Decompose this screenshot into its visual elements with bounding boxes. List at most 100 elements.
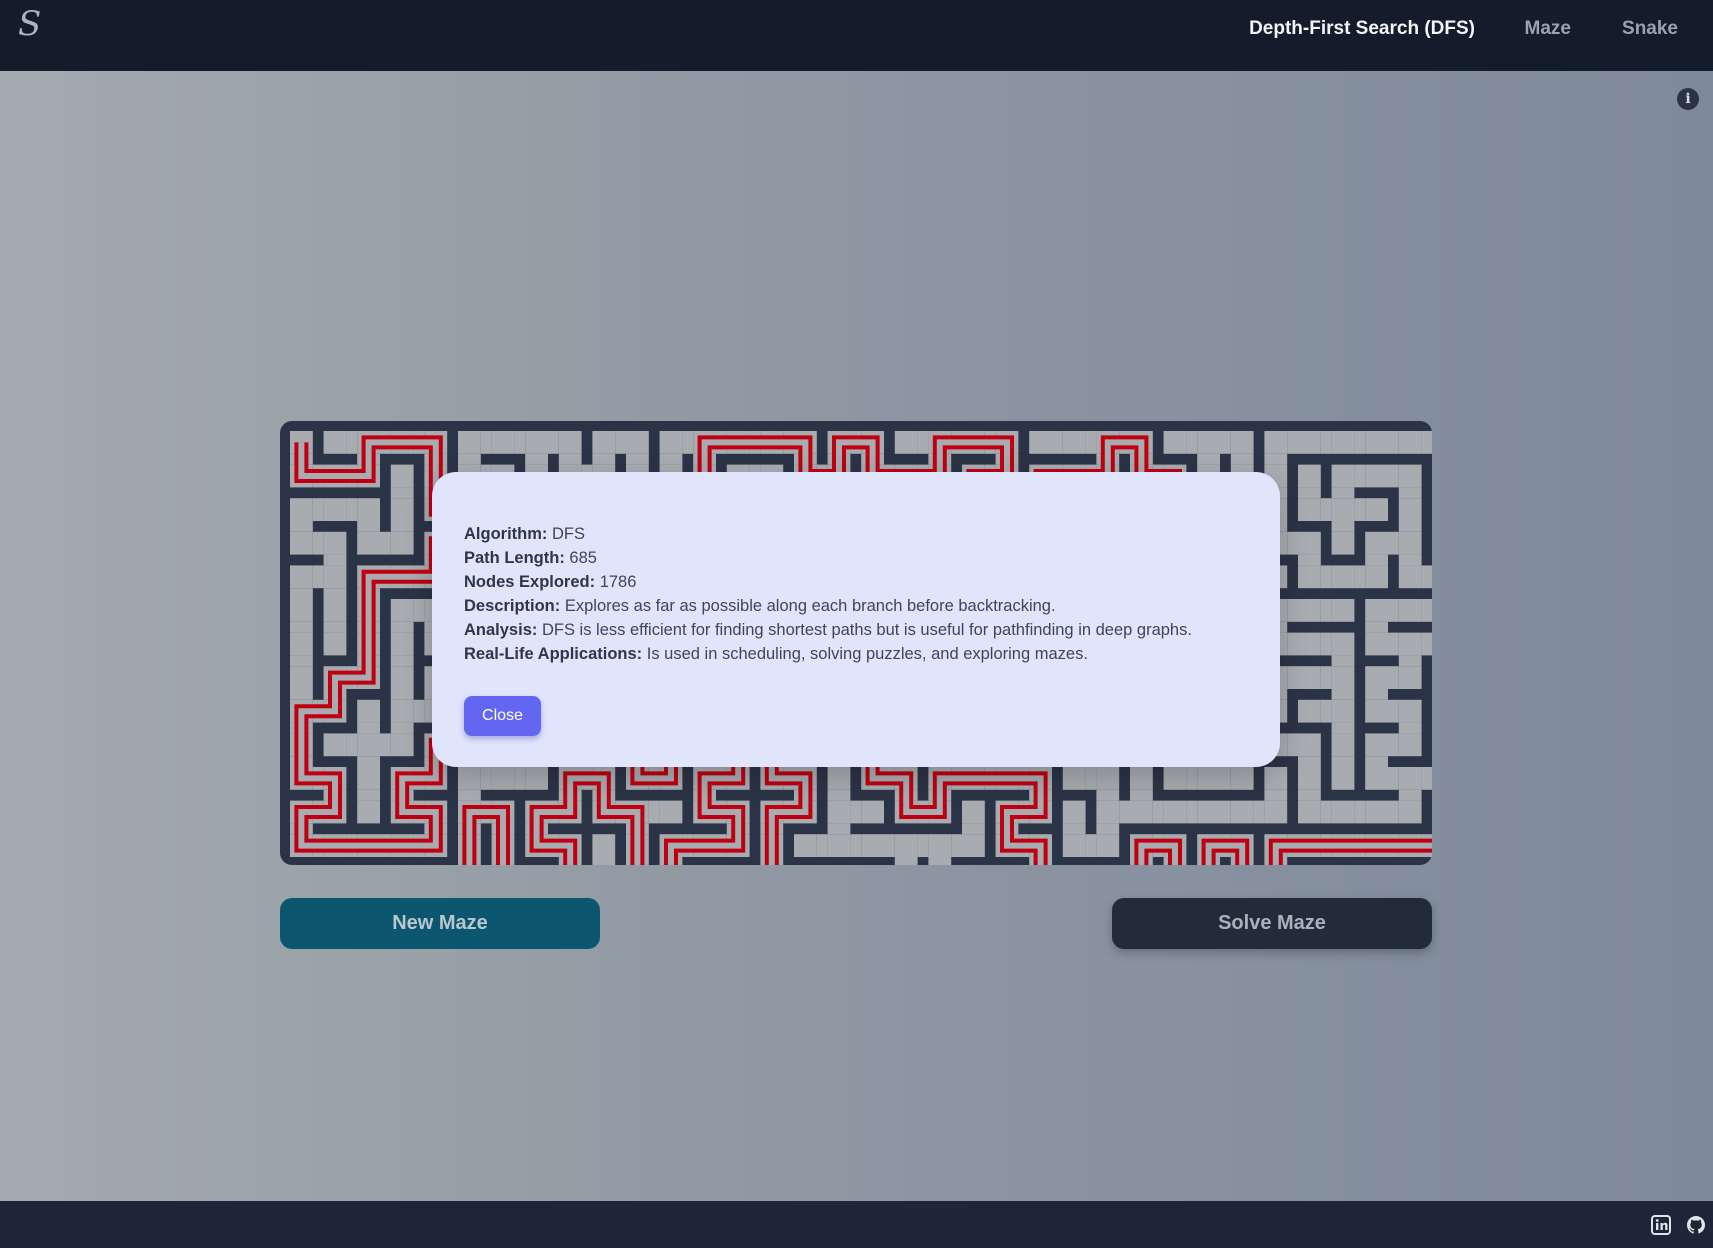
maze-passage — [1421, 599, 1432, 622]
analysis-value: DFS is less efficient for finding shorte… — [541, 621, 1192, 639]
maze-cell — [323, 531, 347, 555]
maze-cell — [592, 834, 616, 857]
maze-cell — [1230, 800, 1254, 824]
maze-passage — [1085, 431, 1097, 454]
maze-cell — [1365, 666, 1388, 689]
path-length-value: 685 — [569, 549, 597, 567]
maze-passage — [1398, 554, 1422, 566]
maze-cell — [1398, 464, 1422, 488]
maze-passage — [357, 521, 380, 532]
maze-cell — [390, 599, 414, 622]
maze-passage — [525, 453, 548, 465]
maze-passage — [458, 789, 481, 801]
maze-cell — [323, 632, 347, 656]
maze-passage — [1331, 655, 1355, 667]
maze-cell — [1365, 431, 1388, 454]
maze-passage — [1320, 666, 1332, 689]
maze-passage — [1388, 699, 1399, 723]
maze-passage — [884, 834, 895, 857]
maze-cell — [1398, 498, 1422, 521]
maze-cell — [357, 800, 380, 824]
maze-cell — [357, 767, 380, 790]
maze-passage — [1421, 632, 1432, 656]
maze-cell — [1298, 565, 1321, 589]
maze-cell — [1331, 464, 1355, 488]
maze-cell — [390, 531, 414, 555]
maze-passage — [1365, 756, 1388, 767]
nodes-explored-row: Nodes Explored: 1786 — [464, 570, 1192, 594]
maze-passage — [1365, 689, 1388, 700]
github-icon[interactable] — [1686, 1215, 1706, 1235]
maze-passage — [390, 722, 414, 734]
maze-cell — [357, 498, 380, 521]
maze-passage — [346, 498, 358, 521]
maze-cell — [390, 699, 414, 723]
maze-passage — [1119, 800, 1130, 824]
maze-cell — [1398, 565, 1422, 589]
info-icon[interactable]: i — [1677, 88, 1699, 110]
maze-passage — [514, 767, 526, 790]
maze-passage — [1388, 800, 1399, 824]
maze-cell — [1398, 431, 1422, 454]
close-button[interactable]: Close — [464, 696, 541, 736]
site-logo[interactable]: S — [18, 4, 41, 44]
maze-passage — [1320, 599, 1332, 622]
maze-cell — [1298, 699, 1321, 723]
maze-cell — [1197, 800, 1220, 824]
maze-cell — [1298, 498, 1321, 521]
maze-passage — [1220, 431, 1231, 454]
maze-passage — [1220, 800, 1231, 824]
nodes-explored-label: Nodes Explored: — [464, 573, 596, 591]
maze-cell — [1331, 531, 1355, 555]
maze-passage — [1365, 554, 1388, 566]
maze-cell — [1331, 699, 1355, 723]
maze-passage — [390, 655, 414, 667]
maze-passage — [648, 800, 660, 824]
maze-passage — [1320, 565, 1332, 589]
maze-cell — [1365, 464, 1388, 488]
maze-cell — [1163, 431, 1187, 454]
maze-passage — [1264, 453, 1288, 465]
maze-passage — [1220, 767, 1231, 790]
maze-passage — [1130, 789, 1153, 801]
maze-passage — [1320, 498, 1332, 521]
maze-passage — [312, 531, 324, 555]
nav-link-snake[interactable]: Snake — [1622, 18, 1678, 40]
maze-passage — [1230, 453, 1254, 465]
maze-cell — [323, 599, 347, 622]
nav-link-maze[interactable]: Maze — [1525, 18, 1571, 40]
solve-maze-button[interactable]: Solve Maze — [1112, 898, 1432, 949]
maze-passage — [1388, 599, 1399, 622]
maze-cell — [827, 800, 851, 824]
maze-cell — [1365, 498, 1388, 521]
modal-details: Algorithm: DFS Path Length: 685 Nodes Ex… — [464, 522, 1192, 666]
maze-cell — [290, 632, 313, 656]
new-maze-button[interactable]: New Maze — [280, 898, 600, 949]
maze-cell — [1331, 666, 1355, 689]
maze-cell — [861, 800, 884, 824]
maze-passage — [1354, 431, 1366, 454]
maze-passage — [390, 521, 414, 532]
maze-cell — [1298, 431, 1321, 454]
maze-cell — [357, 531, 380, 555]
maze-passage — [1186, 800, 1198, 824]
maze-passage — [850, 800, 862, 824]
path-length-row: Path Length: 685 — [464, 546, 1192, 570]
maze-passage — [1186, 767, 1198, 790]
maze-passage — [1354, 800, 1366, 824]
maze-passage — [1388, 464, 1399, 488]
maze-passage — [312, 565, 324, 589]
maze-cell — [827, 767, 851, 790]
maze-cell — [1163, 800, 1187, 824]
maze-passage — [1062, 823, 1086, 835]
maze-cell — [1130, 800, 1153, 824]
maze-cell — [1365, 733, 1388, 757]
algorithm-title[interactable]: Depth-First Search (DFS) — [1249, 18, 1475, 40]
maze-cell — [1365, 632, 1388, 656]
maze-passage — [827, 789, 851, 801]
maze-cell — [1230, 431, 1254, 454]
maze-cell — [1398, 699, 1422, 723]
linkedin-icon[interactable] — [1651, 1215, 1671, 1235]
maze-cell — [491, 767, 515, 790]
maze-passage — [1320, 632, 1332, 656]
